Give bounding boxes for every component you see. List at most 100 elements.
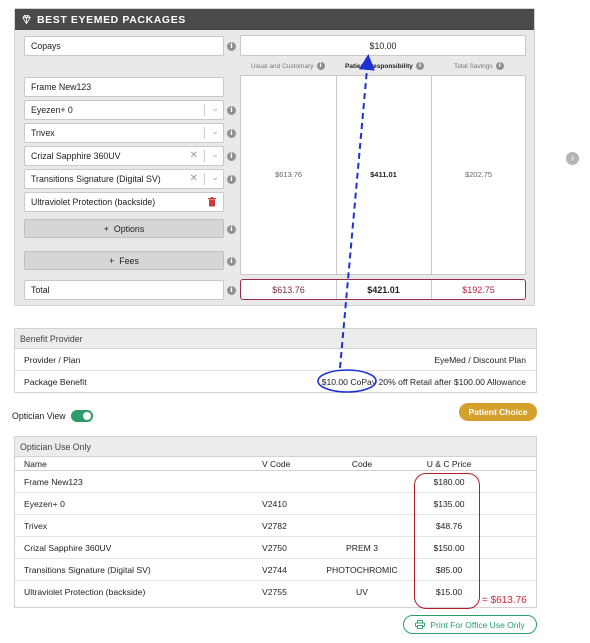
sum-annotation: = $613.76 xyxy=(482,595,527,606)
patient-choice-button[interactable]: Patient Choice xyxy=(459,403,537,421)
frame-field[interactable]: Frame New123 xyxy=(24,77,224,97)
benefit-provider-panel: Benefit Provider Provider / Plan EyeMed … xyxy=(14,328,537,393)
package-benefit-label: Package Benefit xyxy=(24,377,87,387)
copay-value: $10.00 xyxy=(369,40,397,51)
row-vcode: V2410 xyxy=(262,498,287,509)
chevron-down-icon[interactable]: ⌄ xyxy=(211,172,219,183)
copays-field: Copays xyxy=(24,36,224,56)
diamond-icon xyxy=(22,14,31,25)
coating-select[interactable]: Crizal Sapphire 360UV ✕ ⌄ xyxy=(24,146,224,166)
info-icon[interactable]: i xyxy=(495,62,504,70)
trash-icon[interactable] xyxy=(208,197,216,207)
coating-select-value: Crizal Sapphire 360UV xyxy=(31,151,121,161)
info-icon[interactable]: i xyxy=(316,62,325,70)
row-code: UV xyxy=(356,587,368,597)
row-code: PREM 3 xyxy=(346,542,378,553)
info-icon[interactable]: i xyxy=(227,175,236,184)
row-name: Transitions Signature (Digital SV) xyxy=(24,564,151,575)
material-select[interactable]: Trivex ⌄ xyxy=(24,123,224,143)
fees-button[interactable]: + Fees xyxy=(24,251,224,270)
transitions-select[interactable]: Transitions Signature (Digital SV) ✕ ⌄ xyxy=(24,169,224,189)
plus-icon: + xyxy=(103,223,109,234)
row-name: Eyezen+ 0 xyxy=(24,498,65,509)
options-button-label: Options xyxy=(113,223,145,234)
benefit-detail-text: 20% off Retail after $100.00 Allowance xyxy=(378,377,526,387)
print-office-button[interactable]: Print For Office Use Only xyxy=(403,615,537,634)
divider xyxy=(204,127,205,139)
chevron-down-icon[interactable]: ⌄ xyxy=(211,126,219,137)
benefit-provider-title: Benefit Provider xyxy=(15,329,536,349)
packages-panel: BEST EYEMED PACKAGES Copays i $10.00 Usu… xyxy=(14,8,535,306)
column-header-savings-label: Total Savings xyxy=(454,62,493,70)
fees-button-label: Fees xyxy=(119,255,139,266)
optician-view-label: Optician View xyxy=(12,411,66,421)
provider-plan-label: Provider / Plan xyxy=(24,354,81,365)
material-select-value: Trivex xyxy=(31,128,55,138)
chevron-down-icon[interactable]: ⌄ xyxy=(211,103,219,114)
uv-protection-field: Ultraviolet Protection (backside) xyxy=(24,192,224,212)
savings-value: $202.75 xyxy=(464,170,493,179)
column-header-usual: Usual and Customary i xyxy=(251,62,325,70)
column-header-patient-label: Patient Responsibility xyxy=(345,62,413,70)
column-header-savings: Total Savings i xyxy=(454,62,504,70)
totals-row: $613.76 $421.01 $192.75 xyxy=(240,279,526,300)
plus-icon: + xyxy=(109,255,115,266)
provider-plan-value: EyeMed / Discount Plan xyxy=(434,354,526,365)
info-icon[interactable]: i xyxy=(415,62,424,70)
info-icon[interactable]: i xyxy=(227,129,236,138)
copay-value-field[interactable]: $10.00 xyxy=(240,35,526,56)
toggle-switch[interactable] xyxy=(70,410,93,422)
package-benefit-value: $10.00 CoPay 20% off Retail after $100.0… xyxy=(322,377,526,387)
optician-use-title: Optician Use Only xyxy=(15,437,536,457)
info-icon[interactable]: i xyxy=(227,286,236,295)
copay-text: $10.00 CoPay xyxy=(321,377,377,387)
row-vcode: V2750 xyxy=(262,542,287,553)
frame-field-value: Frame New123 xyxy=(31,82,92,92)
packages-title: BEST EYEMED PACKAGES xyxy=(37,13,186,26)
packages-header: BEST EYEMED PACKAGES xyxy=(15,9,534,30)
info-icon[interactable]: i xyxy=(227,42,236,51)
total-usual: $613.76 xyxy=(272,284,305,295)
header-name: Name xyxy=(24,458,47,469)
row-name: Crizal Sapphire 360UV xyxy=(24,542,112,553)
header-vcode: V Code xyxy=(262,458,291,469)
price-column-highlight xyxy=(414,473,480,609)
row-vcode: V2782 xyxy=(262,520,287,531)
info-icon[interactable]: i xyxy=(227,152,236,161)
lens-select[interactable]: Eyezen+ 0 ⌄ xyxy=(24,100,224,120)
printer-icon xyxy=(415,620,426,629)
column-header-usual-label: Usual and Customary xyxy=(251,62,314,70)
clear-icon[interactable]: ✕ xyxy=(190,150,198,161)
info-icon[interactable]: i xyxy=(227,257,236,266)
total-patient: $421.01 xyxy=(367,284,400,295)
clear-icon[interactable]: ✕ xyxy=(190,173,198,184)
copays-label: Copays xyxy=(31,41,61,51)
print-office-label: Print For Office Use Only xyxy=(430,619,525,630)
info-icon[interactable]: i xyxy=(227,225,236,234)
table-header: Name V Code Code U & C Price xyxy=(15,457,536,471)
divider xyxy=(204,150,205,162)
row-code: PHOTOCHROMIC xyxy=(326,564,398,575)
chevron-right-icon[interactable]: › xyxy=(566,152,579,165)
chevron-down-icon[interactable]: ⌄ xyxy=(211,149,219,160)
header-price: U & C Price xyxy=(426,458,472,469)
divider xyxy=(204,104,205,116)
row-vcode: V2744 xyxy=(262,564,287,575)
row-name: Trivex xyxy=(24,520,48,531)
info-icon[interactable]: i xyxy=(227,106,236,115)
header-code: Code xyxy=(351,458,373,469)
usual-value: $613.76 xyxy=(274,170,303,179)
row-name: Frame New123 xyxy=(24,476,83,487)
lens-select-value: Eyezen+ 0 xyxy=(31,105,73,115)
total-label: Total xyxy=(31,285,50,295)
column-header-patient: Patient Responsibility i xyxy=(345,62,424,70)
optician-view-toggle[interactable]: Optician View xyxy=(12,410,93,422)
divider xyxy=(204,173,205,185)
package-benefit-row: Package Benefit $10.00 CoPay 20% off Ret… xyxy=(15,371,536,393)
uv-protection-value: Ultraviolet Protection (backside) xyxy=(31,197,156,207)
total-field: Total xyxy=(24,280,224,300)
row-name: Ultraviolet Protection (backside) xyxy=(24,587,146,597)
patient-value: $411.01 xyxy=(370,170,397,179)
options-button[interactable]: + Options xyxy=(24,219,224,238)
price-breakdown-grid: $613.76 $411.01 $202.75 xyxy=(240,75,526,275)
